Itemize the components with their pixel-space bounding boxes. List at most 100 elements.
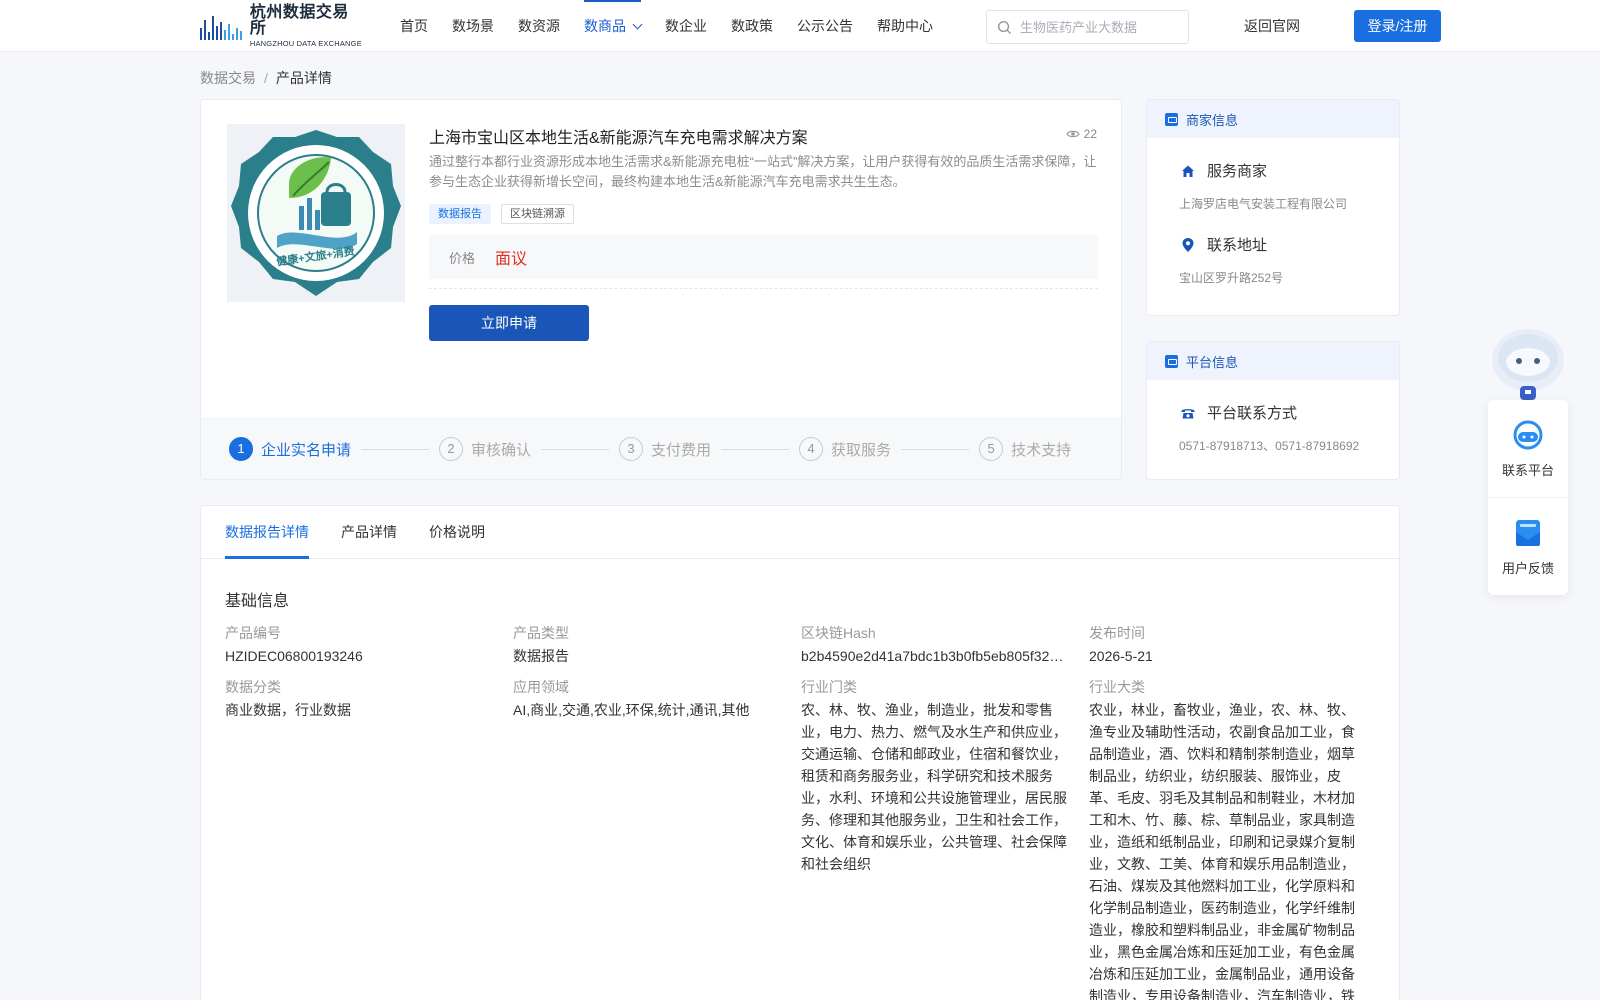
field-value: 数据报告 <box>513 648 569 664</box>
field-data-category: 数据分类 商业数据，行业数据 <box>225 677 495 721</box>
field-industry-section: 行业门类 农、林、牧、渔业，制造业，批发和零售业，电力、热力、燃气及水生产和供应… <box>801 677 1071 875</box>
step-number: 4 <box>799 437 824 461</box>
tab-product-details[interactable]: 产品详情 <box>341 506 397 559</box>
feedback-mail-icon <box>1516 519 1540 546</box>
field-value: 2026-5-21 <box>1089 648 1153 664</box>
location-pin-icon <box>1179 236 1197 254</box>
step-label: 企业实名申请 <box>261 441 352 459</box>
step-label: 获取服务 <box>831 441 892 459</box>
nav-products-label: 数商品 <box>584 18 626 34</box>
product-card: 健康+文旅+消费 上海市宝山区本地生活&新能源汽车充电需求解决方案 22 通过整… <box>200 99 1122 480</box>
step-4: 4 获取服务 <box>799 437 891 461</box>
price-value: 面议 <box>495 251 528 268</box>
platform-contact-row: 平台联系方式 <box>1179 402 1399 423</box>
step-number: 2 <box>439 437 464 461</box>
info-card-icon <box>1165 112 1178 126</box>
price-label: 价格 <box>449 250 476 266</box>
step-connector <box>721 448 790 450</box>
breadcrumb-current: 产品详情 <box>275 70 332 86</box>
nav-enterprises[interactable]: 数企业 <box>665 0 707 52</box>
nav-policies[interactable]: 数政策 <box>731 0 773 52</box>
tag-blockchain-trace: 区块链溯源 <box>501 204 574 224</box>
field-label: 行业门类 <box>801 679 857 695</box>
step-5: 5 技术支持 <box>979 437 1071 461</box>
address-label: 联系地址 <box>1207 237 1268 254</box>
step-label: 支付费用 <box>651 441 712 459</box>
field-product-type: 产品类型 数据报告 <box>513 623 783 667</box>
logo-mark-icon <box>200 12 246 40</box>
step-2: 2 审核确认 <box>439 437 531 461</box>
chevron-down-icon <box>632 19 643 30</box>
step-label: 技术支持 <box>1011 441 1072 459</box>
user-feedback-button[interactable]: 用户反馈 <box>1488 497 1568 594</box>
contact-platform-label: 联系平台 <box>1501 463 1554 478</box>
product-logo-badge: 健康+文旅+消费 <box>231 130 401 296</box>
field-label: 行业大类 <box>1089 679 1145 695</box>
process-steps: 1 企业实名申请 2 审核确认 3 支付费用 4 获取服务 5 技术支持 <box>201 417 1121 479</box>
back-to-official-link[interactable]: 返回官网 <box>1244 0 1300 52</box>
field-application-domain: 应用领域 AI,商业,交通,农业,环保,统计,通讯,其他 <box>513 677 783 721</box>
view-count: 22 <box>1065 127 1097 141</box>
merchant-info-title: 商家信息 <box>1186 112 1239 128</box>
platform-contact-value: 0571-87918713、0571-87918692 <box>1179 439 1360 453</box>
site-logo[interactable]: 杭州数据交易所 HANGZHOU DATA EXCHANGE <box>200 4 365 47</box>
step-number: 1 <box>229 437 253 461</box>
product-tags: 数据报告 区块链溯源 <box>429 204 574 224</box>
nav-announcements[interactable]: 公示公告 <box>797 0 853 52</box>
logo-subtitle: HANGZHOU DATA EXCHANGE <box>249 38 362 48</box>
merchant-info-header: 商家信息 <box>1147 100 1399 138</box>
detail-tabs: 数据报告详情 产品详情 价格说明 <box>201 506 1399 559</box>
field-publish-date: 发布时间 2026-5-21 <box>1089 623 1359 667</box>
step-number: 5 <box>979 437 1004 461</box>
platform-info-title: 平台信息 <box>1186 354 1239 370</box>
field-value: 农业，林业，畜牧业，渔业，农、林、牧、渔专业及辅助性活动，农副食品加工业，食品制… <box>1089 702 1355 1000</box>
search-box[interactable] <box>986 10 1189 44</box>
assistant-robot[interactable] <box>1488 324 1568 400</box>
field-blockchain-hash: 区块链Hash b2b4590e2d41a7bdc1b3b0fb5eb805f3… <box>801 623 1071 667</box>
field-value: 农、林、牧、渔业，制造业，批发和零售业，电力、热力、燃气及水生产和供应业，交通运… <box>801 702 1067 872</box>
field-label: 产品类型 <box>513 625 569 641</box>
nav-resources[interactable]: 数资源 <box>518 0 560 52</box>
field-value: b2b4590e2d41a7bdc1b3b0fb5eb805f32e… <box>801 648 1071 664</box>
search-input[interactable] <box>1020 19 1180 35</box>
tab-report-details[interactable]: 数据报告详情 <box>225 506 309 559</box>
breadcrumb-separator: / <box>264 70 268 86</box>
nav-home[interactable]: 首页 <box>400 0 428 52</box>
tag-data-report: 数据报告 <box>429 204 491 224</box>
service-merchant-row: 服务商家 <box>1179 160 1399 181</box>
field-label: 数据分类 <box>225 679 281 695</box>
nav-help[interactable]: 帮助中心 <box>877 0 933 52</box>
breadcrumb-root[interactable]: 数据交易 <box>200 70 256 86</box>
logo-title: 杭州数据交易所 <box>249 3 349 37</box>
field-label: 区块链Hash <box>801 625 876 641</box>
platform-info-header: 平台信息 <box>1147 342 1399 380</box>
detail-panel: 数据报告详情 产品详情 价格说明 基础信息 产品编号 HZIDEC0680019… <box>200 505 1400 1000</box>
info-card-icon <box>1165 354 1178 368</box>
address-row: 联系地址 <box>1179 234 1399 255</box>
nav-products[interactable]: 数商品 <box>584 0 643 52</box>
platform-contact-label: 平台联系方式 <box>1207 405 1298 422</box>
contact-platform-button[interactable]: 联系平台 <box>1488 400 1568 497</box>
user-feedback-label: 用户反馈 <box>1501 560 1554 576</box>
search-icon <box>997 20 1012 34</box>
product-title: 上海市宝山区本地生活&新能源汽车充电需求解决方案 <box>429 130 808 147</box>
platform-info-card: 平台信息 平台联系方式 0571-87918713、0571-87918692 <box>1146 341 1400 480</box>
apply-now-button[interactable]: 立即申请 <box>429 305 589 341</box>
divider <box>429 288 1098 289</box>
breadcrumb: 数据交易 / 产品详情 <box>200 68 332 88</box>
section-title: 基础信息 <box>225 593 290 610</box>
step-connector <box>361 448 430 450</box>
field-label: 产品编号 <box>225 625 281 641</box>
service-merchant-label: 服务商家 <box>1207 163 1268 180</box>
nav-scenes[interactable]: 数场景 <box>452 0 494 52</box>
step-number: 3 <box>619 437 644 461</box>
step-1: 1 企业实名申请 <box>229 437 351 461</box>
price-box: 价格 面议 <box>429 235 1098 279</box>
service-merchant-value: 上海罗店电气安装工程有限公司 <box>1179 197 1348 211</box>
login-register-button[interactable]: 登录/注册 <box>1354 10 1441 42</box>
phone-icon <box>1179 404 1197 422</box>
product-description: 通过整行本都行业资源形成本地生活需求&新能源充电桩“一站式”解决方案，让用户获得… <box>429 154 1097 189</box>
tab-price-notes[interactable]: 价格说明 <box>429 506 485 559</box>
step-connector <box>541 448 610 450</box>
field-label: 发布时间 <box>1089 625 1145 641</box>
